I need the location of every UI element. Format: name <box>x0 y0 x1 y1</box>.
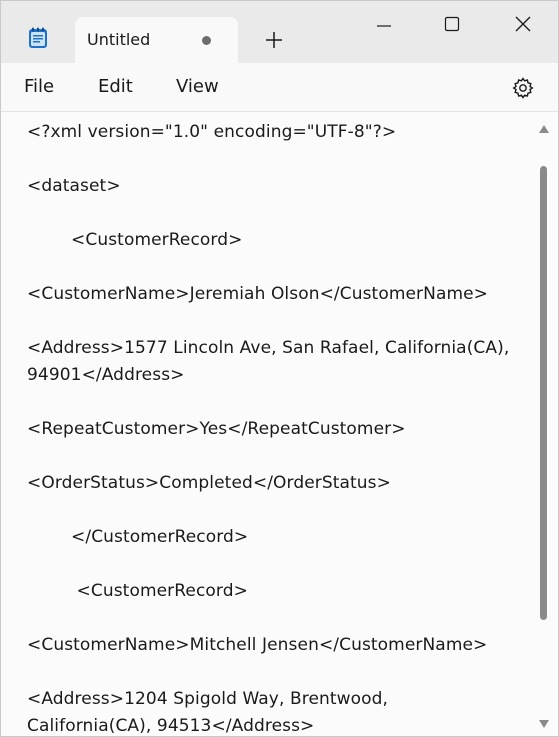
close-icon <box>515 16 531 32</box>
editor-line: <?xml version="1.0" encoding="UTF-8"?> <box>27 122 397 142</box>
vertical-scrollbar-thumb[interactable] <box>540 166 547 620</box>
settings-button[interactable] <box>510 75 536 101</box>
document-tab[interactable]: Untitled <box>75 17 238 63</box>
editor-line: <dataset> <box>27 176 121 196</box>
notepad-window: Untitled File Edit View <?xml version="1… <box>0 0 559 737</box>
gear-icon <box>512 77 534 99</box>
new-tab-button[interactable] <box>261 27 287 53</box>
close-button[interactable] <box>500 9 546 39</box>
editor-line: <OrderStatus>Completed</OrderStatus> <box>27 473 391 493</box>
scroll-up-arrow-icon <box>539 125 549 133</box>
menu-view[interactable]: View <box>176 76 219 97</box>
editor-line: <Address>1204 Spigold Way, Brentwood, <box>27 689 389 709</box>
plus-icon <box>266 32 282 48</box>
editor-line: California(CA), 94513</Address> <box>27 716 315 736</box>
menu-bar: File Edit View <box>1 63 558 112</box>
text-editor[interactable]: <?xml version="1.0" encoding="UTF-8"?> <… <box>1 112 558 736</box>
modified-dot-icon <box>202 36 211 45</box>
editor-line: 94901</Address> <box>27 365 185 385</box>
editor-line: <Address>1577 Lincoln Ave, San Rafael, C… <box>27 338 510 358</box>
editor-line: </CustomerRecord> <box>27 527 249 547</box>
maximize-button[interactable] <box>429 9 475 39</box>
title-bar[interactable]: Untitled <box>1 1 558 63</box>
editor-line: <CustomerName>Mitchell Jensen</CustomerN… <box>27 635 488 655</box>
editor-line: <RepeatCustomer>Yes</RepeatCustomer> <box>27 419 406 439</box>
menu-edit[interactable]: Edit <box>98 76 133 97</box>
minimize-button[interactable] <box>361 9 407 39</box>
minimize-icon <box>377 25 391 27</box>
scroll-down-button[interactable] <box>537 715 551 728</box>
editor-line: <CustomerRecord> <box>27 581 248 601</box>
scroll-up-button[interactable] <box>537 120 551 133</box>
editor-line: <CustomerRecord> <box>27 230 243 250</box>
editor-line: <CustomerName>Jeremiah Olson</CustomerNa… <box>27 284 489 304</box>
notepad-app-icon <box>27 27 49 49</box>
menu-file[interactable]: File <box>24 76 54 97</box>
scroll-down-arrow-icon <box>539 720 549 728</box>
maximize-icon <box>444 16 460 32</box>
tab-title: Untitled <box>87 30 151 49</box>
